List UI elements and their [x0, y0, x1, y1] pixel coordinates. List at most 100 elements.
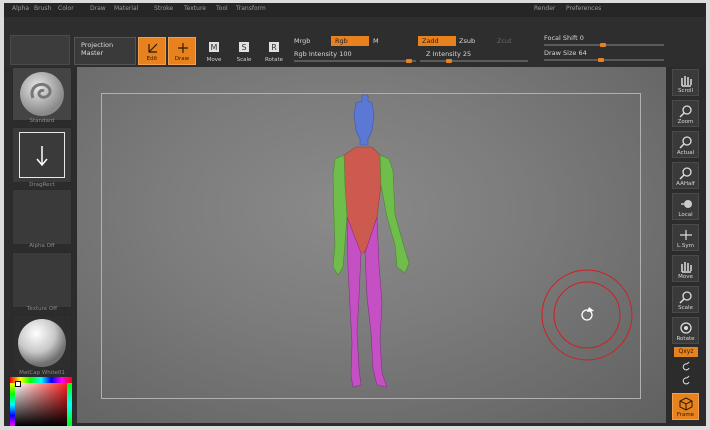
rotate-view-label: Rotate	[676, 336, 695, 342]
scale-label: Scale	[236, 57, 252, 63]
rgb-intensity-knob[interactable]	[406, 59, 412, 63]
zadd-button[interactable]: Zadd	[418, 36, 456, 46]
menu-draw[interactable]: Draw	[90, 5, 106, 12]
draw-label: Draw	[174, 56, 190, 62]
mrgb-button[interactable]: Mrgb	[294, 37, 310, 45]
actual-label: Actual	[676, 150, 695, 156]
texture-label: Texture Off	[26, 306, 57, 312]
top-toolbar: Projection Master Edit Draw M Move S Sca…	[4, 17, 706, 67]
brush-label: Standard	[29, 118, 55, 124]
right-arm-mesh	[379, 154, 410, 274]
edit-icon	[148, 43, 158, 53]
head-mesh	[353, 94, 375, 146]
draw-button[interactable]: Draw	[168, 37, 196, 65]
rotate-view-button[interactable]: Rotate	[672, 317, 699, 344]
stroke-label: DragRect	[29, 182, 55, 188]
material-sphere-icon	[18, 319, 66, 367]
stroke-dragrect-thumb[interactable]	[12, 127, 72, 183]
frame-button[interactable]: Frame	[672, 393, 699, 420]
material-thumb[interactable]	[12, 315, 72, 371]
color-square[interactable]	[15, 383, 67, 426]
menu-brush[interactable]: Brush	[34, 5, 51, 12]
brush-center-arrow	[587, 307, 594, 312]
menu-preferences[interactable]: Preferences	[566, 5, 601, 12]
rgb-intensity-label: Rgb Intensity 100	[294, 50, 352, 58]
scale-icon: S	[239, 42, 249, 52]
menu-tool[interactable]: Tool	[216, 5, 228, 12]
lsym-button[interactable]: L.Sym	[672, 224, 699, 251]
transp-ghost-icons[interactable]	[680, 361, 694, 389]
rgb-button[interactable]: Rgb	[331, 36, 369, 46]
scale-button[interactable]: S Scale	[230, 37, 258, 65]
left-arm-mesh	[332, 154, 348, 276]
local-button[interactable]: Local	[672, 193, 699, 220]
brush-standard-thumb[interactable]	[12, 67, 72, 121]
rotate-icon: R	[269, 42, 279, 52]
focal-shift-label: Focal Shift 0	[544, 34, 584, 42]
hue-side-right[interactable]	[67, 383, 72, 426]
move-view-label: Move	[678, 274, 693, 280]
z-intensity-label: Z Intensity 25	[426, 50, 472, 58]
menu-bar: Alpha Brush Color Draw Material Stroke T…	[4, 3, 706, 17]
menu-stroke[interactable]: Stroke	[154, 5, 173, 12]
canvas-viewport[interactable]	[77, 67, 666, 423]
move-hand-icon	[681, 262, 692, 273]
frame-label: Frame	[676, 412, 695, 418]
projection-master-button[interactable]: Projection Master	[74, 37, 136, 65]
menu-render[interactable]: Render	[534, 5, 555, 12]
zoom-icon	[679, 105, 692, 118]
m-button[interactable]: M	[373, 37, 379, 45]
local-label: Local	[678, 212, 693, 218]
svg-text:M: M	[211, 43, 218, 52]
aahalf-button[interactable]: AAHalf	[672, 162, 699, 189]
edit-label: Edit	[146, 56, 158, 62]
svg-text:S: S	[241, 43, 246, 52]
projection-master-label-2: Master	[81, 49, 104, 57]
texture-off-thumb[interactable]	[12, 252, 72, 308]
zbrush-window: Alpha Brush Color Draw Material Stroke T…	[4, 3, 706, 426]
edit-button[interactable]: Edit	[138, 37, 166, 65]
draw-size-slider[interactable]	[544, 59, 664, 61]
mannequin-model[interactable]	[77, 67, 666, 423]
actual-icon	[679, 136, 692, 149]
color-picker[interactable]	[10, 377, 72, 426]
move-view-button[interactable]: Move	[672, 255, 699, 282]
menu-color[interactable]: Color	[58, 5, 74, 12]
arrow-down-icon	[36, 146, 48, 167]
rotate-label: Rotate	[264, 57, 283, 63]
projection-master-label-1: Projection	[81, 41, 114, 49]
move-label: Move	[206, 57, 222, 63]
menu-material[interactable]: Material	[114, 5, 138, 12]
alpha-off-thumb[interactable]	[12, 189, 72, 245]
focal-shift-knob[interactable]	[600, 43, 606, 47]
aahalf-label: AAHalf	[676, 181, 695, 187]
rgb-intensity-slider[interactable]	[294, 60, 416, 62]
zcut-button[interactable]: Zcut	[497, 37, 512, 45]
draw-size-knob[interactable]	[598, 58, 604, 62]
zsub-button[interactable]: Zsub	[459, 37, 475, 45]
zoom-button[interactable]: Zoom	[672, 100, 699, 127]
z-intensity-slider[interactable]	[420, 60, 528, 62]
scroll-label: Scroll	[677, 88, 694, 94]
polyf-button[interactable]: Qxyz	[674, 347, 698, 357]
scale-view-button[interactable]: Scale	[672, 286, 699, 313]
draw-icon	[178, 43, 188, 53]
tool-slot-blank[interactable]	[10, 35, 70, 65]
right-leg-mesh	[364, 216, 388, 388]
brush-cursor-outer	[541, 269, 633, 361]
scale-view-icon	[679, 291, 692, 304]
zoom-label: Zoom	[677, 119, 694, 125]
color-cursor[interactable]	[15, 381, 21, 387]
menu-texture[interactable]: Texture	[184, 5, 206, 12]
lsym-label: L.Sym	[677, 243, 694, 249]
rotate-button[interactable]: R Rotate	[260, 37, 288, 65]
move-icon: M	[209, 42, 219, 52]
menu-transform[interactable]: Transform	[236, 5, 266, 12]
menu-alpha[interactable]: Alpha	[12, 5, 29, 12]
actual-button[interactable]: Actual	[672, 131, 699, 158]
alpha-label: Alpha Off	[29, 243, 55, 249]
local-icon	[681, 200, 692, 208]
z-intensity-knob[interactable]	[446, 59, 452, 63]
move-button[interactable]: M Move	[200, 37, 228, 65]
scroll-button[interactable]: Scroll	[672, 69, 699, 96]
